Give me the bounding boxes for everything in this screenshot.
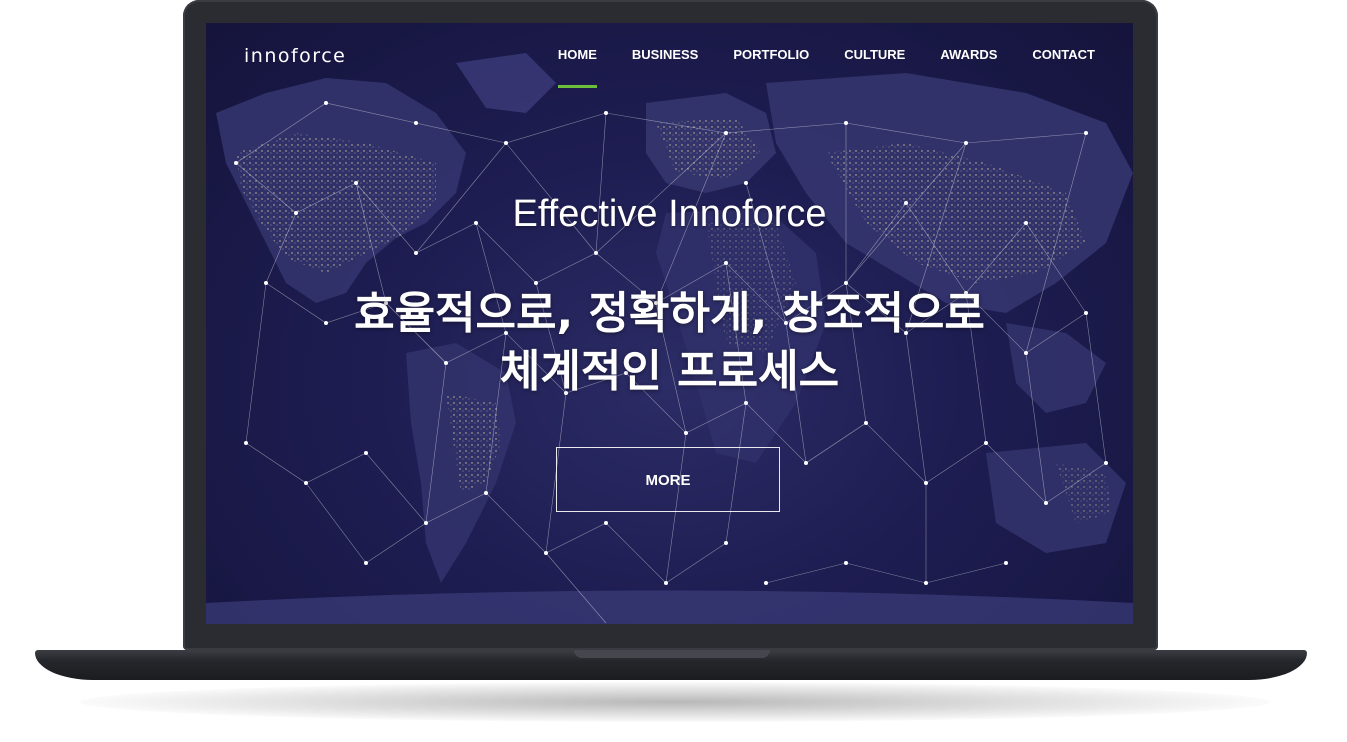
hero-section: Effective Innoforce 효율적으로, 정확하게, 창조적으로 체…: [206, 23, 1133, 624]
device-mockup: innoforce HOME BUSINESS PORTFOLIO CULTUR…: [0, 0, 1347, 742]
laptop-notch: [574, 650, 770, 658]
hero-title: 효율적으로, 정확하게, 창조적으로 체계적인 프로세스: [206, 285, 1133, 401]
hero-title-line-2: 체계적인 프로세스: [499, 346, 840, 397]
hero-title-line-1: 효율적으로, 정확하게, 창조적으로: [354, 288, 985, 339]
laptop-screen: innoforce HOME BUSINESS PORTFOLIO CULTUR…: [206, 23, 1133, 624]
more-button[interactable]: MORE: [556, 447, 780, 512]
hero-subtitle: Effective Innoforce: [512, 193, 827, 235]
laptop-shadow: [80, 682, 1270, 722]
